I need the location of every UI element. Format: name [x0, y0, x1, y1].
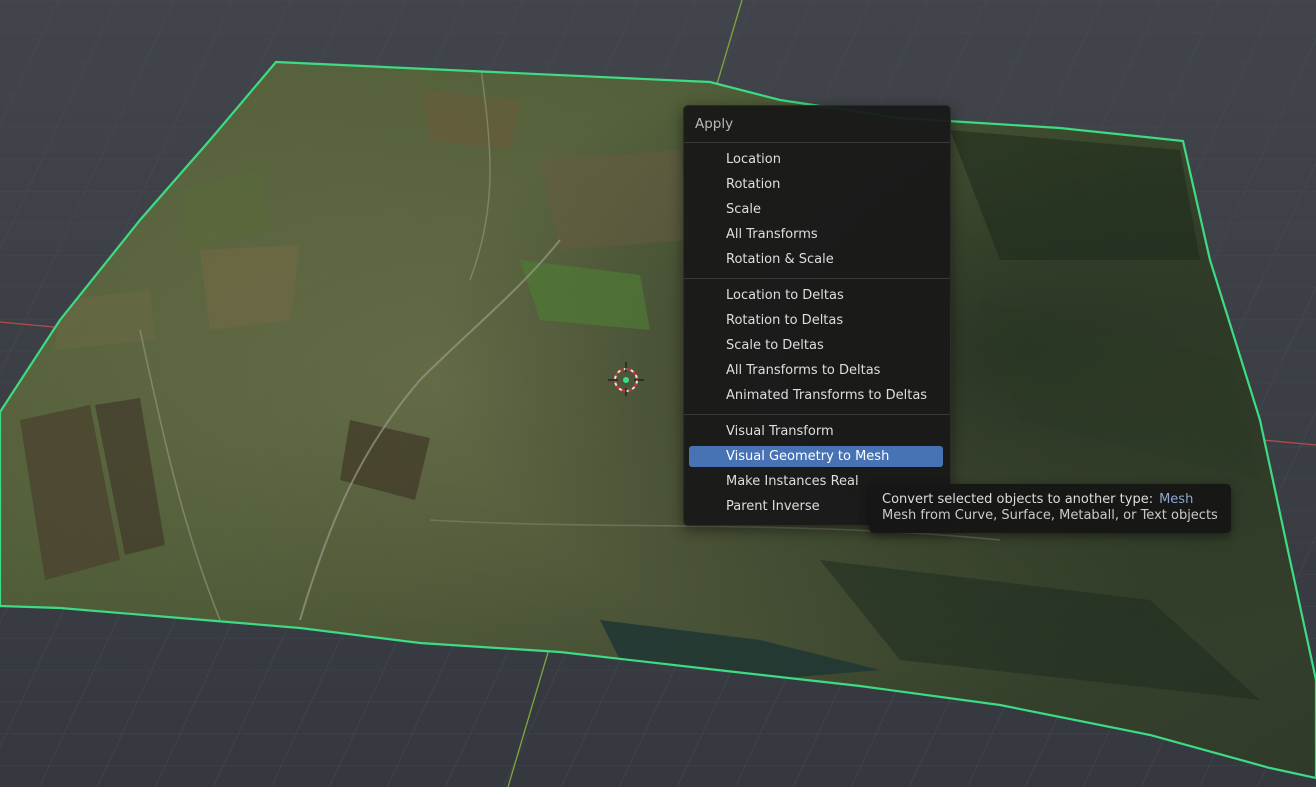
menu-item-label: Animated Transforms to Deltas	[726, 388, 928, 403]
3d-viewport[interactable]: Apply Location Rotation Scale All Transf…	[0, 0, 1316, 787]
menu-item-location[interactable]: Location	[689, 149, 943, 170]
menu-item-label: Visual Geometry to Mesh	[726, 449, 890, 464]
menu-item-scale[interactable]: Scale	[689, 199, 943, 220]
scene-canvas[interactable]	[0, 0, 1316, 787]
menu-item-label: Rotation & Scale	[726, 252, 834, 267]
menu-item-label: All Transforms	[726, 227, 818, 242]
menu-item-label: Make Instances Real	[726, 474, 859, 489]
menu-separator	[684, 278, 950, 279]
menu-item-visual-transform[interactable]: Visual Transform	[689, 421, 943, 442]
menu-separator	[684, 142, 950, 143]
menu-item-all-transforms-to-deltas[interactable]: All Transforms to Deltas	[689, 360, 943, 381]
menu-item-visual-geometry-to-mesh[interactable]: Visual Geometry to Mesh	[689, 446, 943, 467]
menu-item-label: Scale	[726, 202, 761, 217]
menu-item-label: Visual Transform	[726, 424, 834, 439]
menu-item-rotation[interactable]: Rotation	[689, 174, 943, 195]
menu-item-all-transforms[interactable]: All Transforms	[689, 224, 943, 245]
menu-item-location-to-deltas[interactable]: Location to Deltas	[689, 285, 943, 306]
menu-item-scale-to-deltas[interactable]: Scale to Deltas	[689, 335, 943, 356]
tooltip-type: Mesh	[1159, 492, 1194, 507]
tooltip-prefix: Convert selected objects to another type…	[882, 492, 1154, 507]
menu-item-label: Parent Inverse	[726, 499, 820, 514]
menu-item-label: Rotation	[726, 177, 781, 192]
menu-item-animated-transforms-to-deltas[interactable]: Animated Transforms to Deltas	[689, 385, 943, 406]
menu-separator	[684, 414, 950, 415]
menu-item-label: Rotation to Deltas	[726, 313, 844, 328]
menu-item-label: All Transforms to Deltas	[726, 363, 881, 378]
menu-item-label: Location	[726, 152, 781, 167]
tooltip: Convert selected objects to another type…	[869, 484, 1231, 533]
tooltip-summary: Convert selected objects to another type…	[882, 492, 1193, 507]
menu-title: Apply	[695, 116, 734, 132]
menu-item-label: Location to Deltas	[726, 288, 844, 303]
apply-menu: Apply Location Rotation Scale All Transf…	[683, 105, 951, 526]
menu-item-label: Scale to Deltas	[726, 338, 824, 353]
tooltip-description: Mesh from Curve, Surface, Metaball, or T…	[882, 508, 1218, 523]
menu-item-rotation-scale[interactable]: Rotation & Scale	[689, 249, 943, 270]
menu-item-rotation-to-deltas[interactable]: Rotation to Deltas	[689, 310, 943, 331]
